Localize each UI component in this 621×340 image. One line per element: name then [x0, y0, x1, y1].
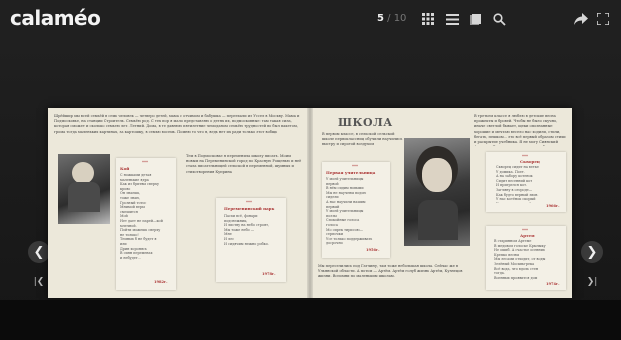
poem-year-3: 1956г. — [366, 248, 380, 252]
book-spine — [307, 108, 313, 298]
poem-card-3: *** Первая учительница У моей учительниц… — [322, 162, 390, 258]
monitor-bezel — [0, 300, 621, 340]
bottom-text: Мы переселились под Гатчину, там тоже не… — [318, 264, 463, 279]
book-view-icon[interactable] — [467, 10, 485, 28]
poem-card-1: *** Кой С ножками детая маленькие ядра К… — [116, 158, 176, 290]
page-total: / 10 — [383, 13, 407, 24]
heading-text: В первом классе, в сельской сельской шко… — [322, 132, 403, 147]
separator-stars: *** — [246, 200, 252, 205]
poem-year-5: 1974г. — [546, 282, 560, 286]
right-column-text: В третьем классе я люблю в детские весна… — [474, 114, 566, 146]
left-page: Шрёйшир мы всей семьёй в семь человек — … — [48, 108, 310, 298]
poem-title-2: Переменинский парк — [224, 206, 275, 211]
poem-year-1: 1982г. — [154, 280, 168, 284]
poem-card-4: *** Скворец Скворец сидит на ветке У дом… — [486, 152, 566, 212]
right-page: ШКОЛА В первом классе, в сельской сельск… — [310, 108, 572, 298]
top-toolbar: calaméo 5 / 10 — [0, 0, 621, 38]
child-photo — [58, 154, 110, 224]
poem-body-3: У моей учительницы первой В нём сидим но… — [326, 177, 373, 245]
girl-photo — [404, 138, 470, 246]
last-page-button[interactable]: ❯| — [584, 274, 600, 290]
poem-body-2: Пасхи всё, фонари подснежник, И листву н… — [224, 214, 270, 246]
poem-year-2: 1978г. — [262, 272, 276, 276]
skip-first-icon: |❮ — [33, 277, 45, 287]
poem-body-4: Скворец сидит на ветке У домика. Поет. А… — [496, 165, 539, 203]
chevron-right-icon: ❯ — [586, 244, 598, 260]
grid-view-icon[interactable] — [419, 10, 437, 28]
reader-window: calaméo 5 / 10 ❮ |❮ ❯ ❯| Шрёйшир мы всей… — [0, 0, 621, 340]
intro-text: Шрёйшир мы всей семьёй в семь человек — … — [54, 114, 300, 134]
first-page-button[interactable]: |❮ — [31, 274, 47, 290]
separator-stars: *** — [352, 164, 358, 169]
calameo-logo[interactable]: calaméo — [10, 6, 101, 30]
search-icon[interactable] — [490, 10, 508, 28]
poem-card-2: *** Переменинский парк Пасхи всё, фонари… — [216, 198, 286, 282]
separator-stars: *** — [142, 160, 148, 165]
poem-body-5: В старинном Артеме В медовом голоске Кры… — [494, 239, 546, 280]
middle-text: Тем в Подмосковье я переменила школу пис… — [186, 154, 302, 174]
poem-title-3: Первая учительница — [326, 170, 376, 175]
poem-title-4: Скворец — [520, 159, 540, 164]
chevron-left-icon: ❮ — [33, 244, 45, 260]
list-view-icon[interactable] — [443, 10, 461, 28]
poem-title-5: Артем — [520, 233, 535, 238]
poem-title-1: Кой — [120, 166, 130, 171]
document-spread[interactable]: Шрёйшир мы всей семьёй в семь человек — … — [48, 108, 572, 298]
fullscreen-icon[interactable] — [594, 10, 612, 28]
poem-card-5: *** Артем В старинном Артеме В медовом г… — [486, 226, 566, 290]
poem-body-1: С ножками детая маленькие ядра Как из бр… — [120, 173, 163, 260]
page-counter: 5 / 10 — [377, 13, 406, 24]
share-icon[interactable] — [572, 10, 590, 28]
next-page-button[interactable]: ❯ — [581, 241, 603, 263]
previous-page-button[interactable]: ❮ — [28, 241, 50, 263]
skip-last-icon: ❯| — [586, 277, 598, 287]
page-current: 5 — [377, 13, 384, 24]
school-heading: ШКОЛА — [338, 116, 393, 129]
poem-year-4: 1966г. — [546, 204, 560, 208]
